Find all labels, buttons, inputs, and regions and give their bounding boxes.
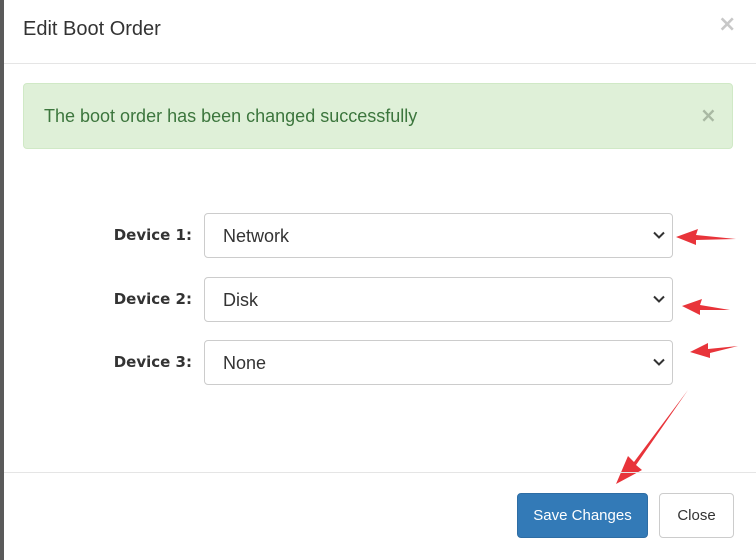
close-button[interactable]: Close xyxy=(659,493,734,538)
chevron-down-icon xyxy=(653,358,665,366)
alert-message: The boot order has been changed successf… xyxy=(44,106,418,126)
device-3-select[interactable]: None xyxy=(204,340,673,385)
device-2-value: Disk xyxy=(223,290,258,310)
device-2-row: Device 2: Disk xyxy=(4,277,756,323)
device-2-select[interactable]: Disk xyxy=(204,277,673,322)
device-1-label: Device 1: xyxy=(113,226,192,244)
close-icon[interactable]: × xyxy=(718,14,736,36)
alert-close-icon[interactable]: × xyxy=(700,105,717,125)
modal-header: Edit Boot Order × xyxy=(4,0,756,64)
edit-boot-order-modal: Edit Boot Order × The boot order has bee… xyxy=(4,0,756,560)
device-1-row: Device 1: Network xyxy=(4,213,756,259)
device-3-label: Device 3: xyxy=(113,353,192,371)
chevron-down-icon xyxy=(653,295,665,303)
modal-footer: Save Changes Close xyxy=(4,472,756,560)
device-3-value: None xyxy=(223,353,267,373)
device-1-select[interactable]: Network xyxy=(204,213,673,258)
device-1-value: Network xyxy=(223,226,290,246)
device-3-row: Device 3: None xyxy=(4,340,756,386)
success-alert: The boot order has been changed successf… xyxy=(23,83,733,149)
chevron-down-icon xyxy=(653,231,665,239)
device-2-label: Device 2: xyxy=(113,290,192,308)
save-changes-button[interactable]: Save Changes xyxy=(517,493,648,538)
modal-title: Edit Boot Order xyxy=(23,18,161,40)
